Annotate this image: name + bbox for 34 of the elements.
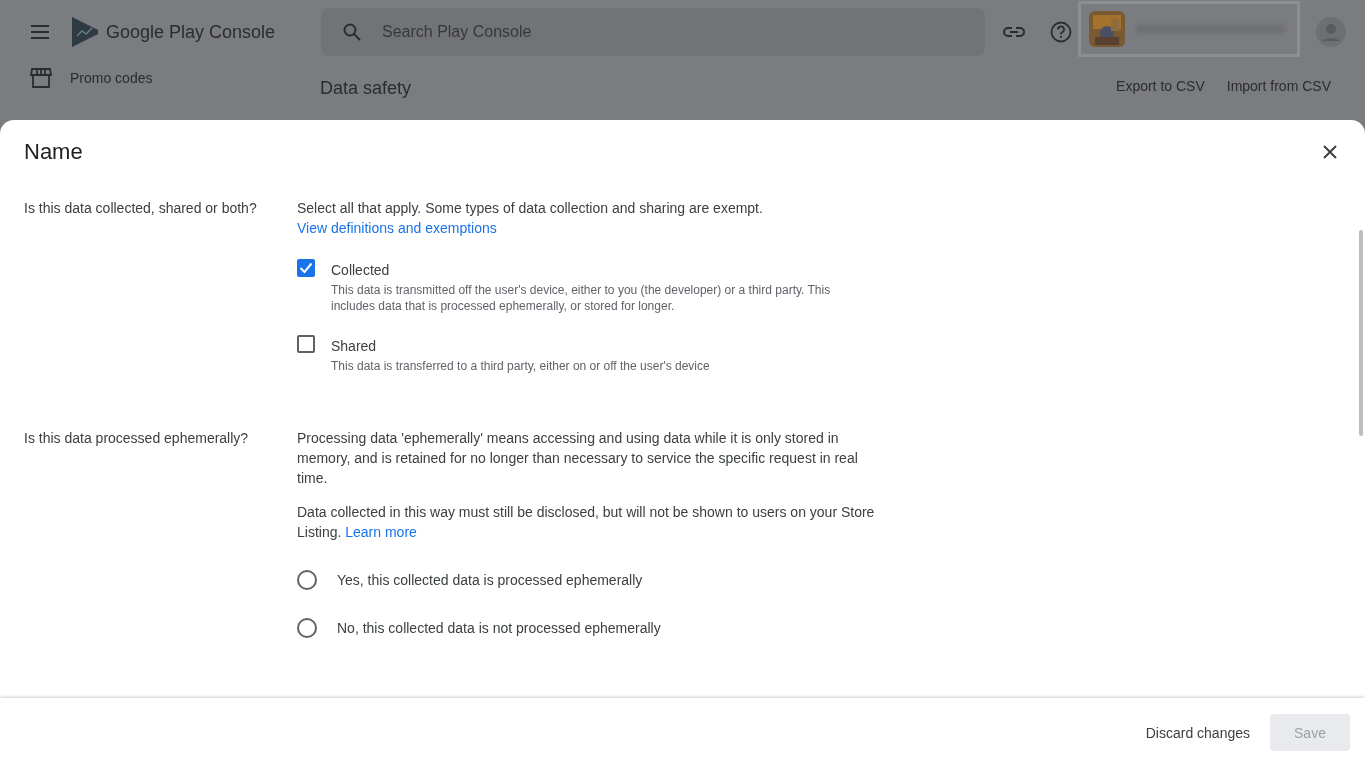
help-link[interactable]: View definitions and exemptions	[297, 220, 497, 236]
dialog-title: Name	[24, 139, 83, 165]
search-field[interactable]: Search Play Console	[321, 8, 985, 56]
play-logo-icon	[70, 16, 100, 48]
scrollbar[interactable]	[1359, 230, 1363, 436]
link-icon[interactable]	[1003, 26, 1025, 38]
option-description: This data is transferred to a third party, either on or off the user's device	[331, 358, 710, 374]
help-icon[interactable]	[1050, 21, 1072, 43]
help-link[interactable]: Learn more	[345, 524, 417, 540]
page-title: Data safety	[320, 78, 412, 99]
question-label: Is this data processed ephemerally?	[24, 430, 249, 446]
checkbox[interactable]	[297, 335, 315, 353]
product-name: Google Play Console	[106, 21, 277, 43]
close-icon[interactable]	[1323, 145, 1337, 159]
radio-button[interactable]	[297, 570, 317, 590]
app-selector[interactable]	[1078, 1, 1300, 57]
search-icon	[343, 23, 361, 41]
csv-button[interactable]: Export to CSV	[1110, 78, 1211, 94]
option-label: Shared	[331, 337, 378, 356]
discard-button[interactable]: Discard changes	[1133, 714, 1262, 751]
option-label: No, this collected data is not processed ephemerally	[337, 619, 661, 638]
radio-button[interactable]	[297, 618, 317, 638]
help-text: Data collected in this way must still be disclosed, but will not be shown to users on your Store Listing. Learn more	[297, 503, 876, 542]
csv-button[interactable]: Import from CSV	[1220, 78, 1337, 94]
store-icon	[30, 68, 52, 88]
menu-icon[interactable]	[30, 25, 50, 39]
option-description: This data is transmitted off the user's device, either to you (the developer) or a third party. This includes data that is processed ephemerally, or stored for longer.	[331, 282, 832, 314]
help-text: Select all that apply. Some types of data collection and sharing are exempt.	[297, 199, 764, 218]
checkbox[interactable]	[297, 259, 315, 277]
help-text: Processing data 'ephemerally' means accessing and using data while it is only stored in memory, and is retained for no longer than necessary to service the specific request in real time.	[297, 429, 859, 488]
option-label: Yes, this collected data is processed ephemerally	[337, 571, 643, 590]
sidebar-item[interactable]: Promo codes	[70, 70, 153, 86]
option-label: Collected	[331, 261, 391, 280]
question-label: Is this data collected, shared or both?	[24, 200, 257, 216]
